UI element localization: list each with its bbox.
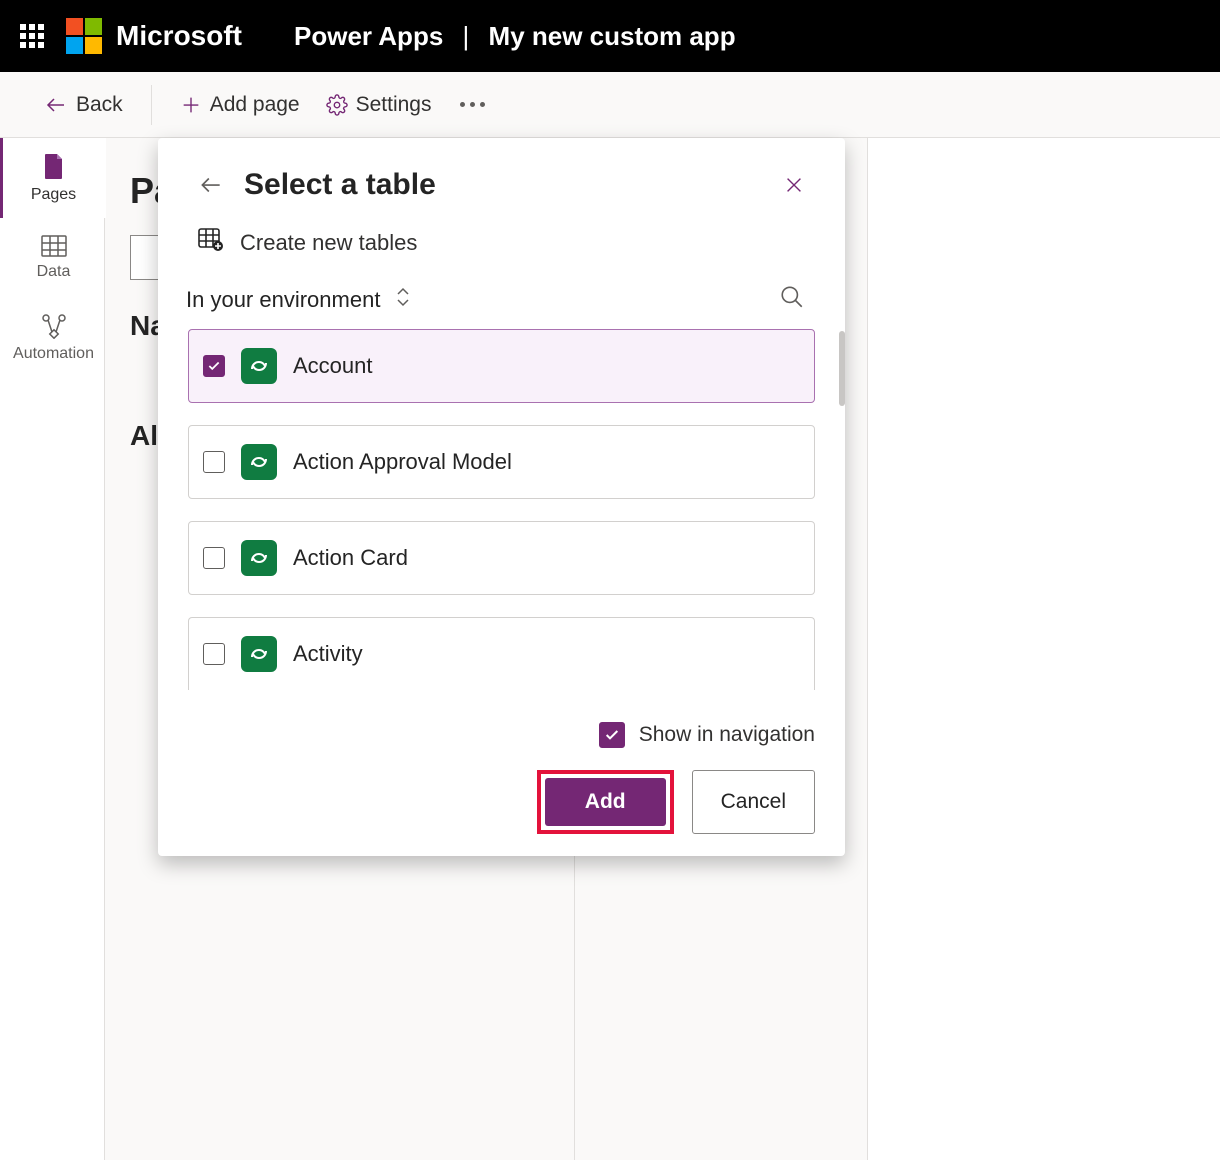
rail-label: Data bbox=[37, 263, 71, 281]
brand-text: Microsoft bbox=[116, 20, 242, 52]
table-item-activity[interactable]: Activity bbox=[188, 617, 815, 690]
rail-item-data[interactable]: Data bbox=[0, 218, 104, 298]
dataverse-icon bbox=[241, 348, 277, 384]
create-new-label: Create new tables bbox=[240, 230, 417, 256]
table-list: Account Action Approval Model Action Car… bbox=[158, 329, 845, 690]
checkbox[interactable] bbox=[203, 355, 225, 377]
dataverse-icon bbox=[241, 636, 277, 672]
app-launcher-icon[interactable] bbox=[20, 24, 44, 48]
cancel-button[interactable]: Cancel bbox=[692, 770, 815, 834]
preview-pane bbox=[867, 138, 1220, 1160]
back-button[interactable]: Back bbox=[40, 87, 127, 123]
table-label: Action Approval Model bbox=[293, 449, 512, 475]
rail-item-pages[interactable]: Pages bbox=[0, 138, 104, 218]
filter-label-text: In your environment bbox=[186, 287, 380, 313]
gear-icon bbox=[326, 94, 348, 116]
rail-item-automation[interactable]: Automation bbox=[0, 298, 104, 378]
dialog-title: Select a table bbox=[244, 168, 763, 202]
table-icon bbox=[41, 235, 67, 257]
close-button[interactable] bbox=[783, 174, 805, 196]
add-button-highlight: Add bbox=[537, 770, 674, 834]
dialog-back-button[interactable] bbox=[198, 172, 224, 198]
create-table-icon bbox=[198, 228, 224, 258]
dataverse-icon bbox=[241, 444, 277, 480]
left-rail: Pages Data Automation bbox=[0, 138, 105, 1160]
all-header-fragment: Al bbox=[130, 420, 158, 452]
sort-icon bbox=[394, 286, 412, 314]
toolbar-separator bbox=[151, 85, 152, 125]
scrollbar-thumb[interactable] bbox=[839, 331, 845, 406]
checkbox[interactable] bbox=[203, 451, 225, 473]
checkbox[interactable] bbox=[203, 643, 225, 665]
automation-icon bbox=[41, 313, 67, 339]
page-icon bbox=[42, 152, 66, 180]
search-input-fragment bbox=[130, 235, 160, 280]
table-label: Activity bbox=[293, 641, 363, 667]
toolbar: Back Add page Settings bbox=[0, 72, 1220, 138]
rail-label: Pages bbox=[31, 186, 76, 204]
more-button[interactable] bbox=[454, 96, 491, 113]
add-page-button[interactable]: Add page bbox=[176, 87, 304, 123]
settings-button[interactable]: Settings bbox=[322, 87, 436, 123]
plus-icon bbox=[180, 94, 202, 116]
app-title: Power Apps | My new custom app bbox=[294, 21, 736, 52]
show-in-navigation-row: Show in navigation bbox=[188, 722, 815, 748]
top-header: Microsoft Power Apps | My new custom app bbox=[0, 0, 1220, 72]
table-item-action-card[interactable]: Action Card bbox=[188, 521, 815, 595]
rail-label: Automation bbox=[13, 345, 94, 363]
search-button[interactable] bbox=[779, 284, 805, 315]
show-nav-label: Show in navigation bbox=[639, 723, 815, 747]
table-label: Action Card bbox=[293, 545, 408, 571]
add-page-label: Add page bbox=[210, 93, 300, 117]
microsoft-logo-icon bbox=[66, 18, 102, 54]
back-label: Back bbox=[76, 93, 123, 117]
settings-label: Settings bbox=[356, 93, 432, 117]
environment-filter-button[interactable]: In your environment bbox=[186, 286, 412, 314]
checkbox[interactable] bbox=[203, 547, 225, 569]
create-new-tables-button[interactable]: Create new tables bbox=[158, 214, 845, 276]
dataverse-icon bbox=[241, 540, 277, 576]
table-item-action-approval-model[interactable]: Action Approval Model bbox=[188, 425, 815, 499]
select-table-dialog: Select a table Create new tables In your… bbox=[158, 138, 845, 856]
arrow-left-icon bbox=[44, 93, 68, 117]
add-button[interactable]: Add bbox=[545, 778, 666, 826]
table-item-account[interactable]: Account bbox=[188, 329, 815, 403]
brand: Microsoft bbox=[66, 18, 242, 54]
table-label: Account bbox=[293, 353, 373, 379]
show-nav-checkbox[interactable] bbox=[599, 722, 625, 748]
